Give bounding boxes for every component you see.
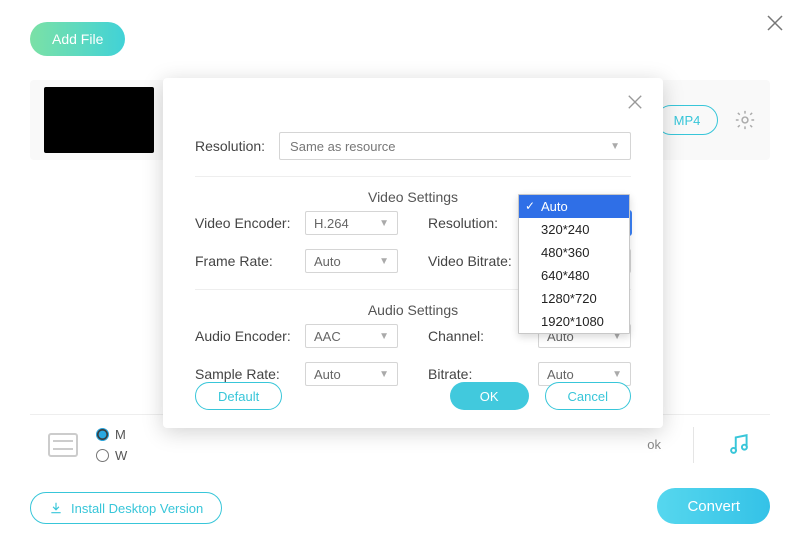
convert-button[interactable]: Convert xyxy=(657,488,770,524)
sample-rate-label: Sample Rate: xyxy=(195,366,295,382)
video-format-icon[interactable] xyxy=(48,433,78,457)
video-thumbnail[interactable] xyxy=(44,87,154,153)
add-file-button[interactable]: Add File xyxy=(30,22,125,56)
resolution-dropdown[interactable]: Auto320*240480*360640*4801280*7201920*10… xyxy=(518,194,630,334)
format-radio-1[interactable]: M xyxy=(96,427,127,442)
video-bitrate-label: Video Bitrate: xyxy=(428,253,528,269)
topbar: Add File xyxy=(30,22,770,56)
top-resolution-value: Same as resource xyxy=(290,139,396,154)
resolution-option[interactable]: 480*360 xyxy=(519,241,629,264)
format-radio-2[interactable]: W xyxy=(96,448,127,463)
default-button[interactable]: Default xyxy=(195,382,282,410)
install-label: Install Desktop Version xyxy=(71,501,203,516)
audio-encoder-label: Audio Encoder: xyxy=(195,328,295,344)
resolution-option[interactable]: 1280*720 xyxy=(519,287,629,310)
resolution-option[interactable]: 1920*1080 xyxy=(519,310,629,333)
audio-encoder-select[interactable]: AAC▼ xyxy=(305,324,398,348)
cancel-button[interactable]: Cancel xyxy=(545,382,631,410)
resolution-option[interactable]: 320*240 xyxy=(519,218,629,241)
chevron-down-icon: ▼ xyxy=(610,141,620,152)
ok-button[interactable]: OK xyxy=(450,382,529,410)
top-resolution-select[interactable]: Same as resource ▼ xyxy=(279,132,631,160)
gear-icon[interactable] xyxy=(734,109,756,131)
frame-rate-select[interactable]: Auto▼ xyxy=(305,249,398,273)
top-resolution-label: Resolution: xyxy=(195,138,265,154)
format-right-text: ok xyxy=(647,437,661,452)
install-desktop-button[interactable]: Install Desktop Version xyxy=(30,492,222,524)
bitrate-label: Bitrate: xyxy=(428,366,528,382)
resolution-option[interactable]: 640*480 xyxy=(519,264,629,287)
format-badge[interactable]: MP4 xyxy=(656,105,718,135)
video-encoder-label: Video Encoder: xyxy=(195,215,295,231)
video-encoder-select[interactable]: H.264▼ xyxy=(305,211,398,235)
frame-rate-label: Frame Rate: xyxy=(195,253,295,269)
channel-label: Channel: xyxy=(428,328,528,344)
close-icon[interactable] xyxy=(627,94,643,110)
resolution-label: Resolution: xyxy=(428,215,528,231)
download-icon xyxy=(49,501,63,515)
music-icon[interactable] xyxy=(726,432,752,458)
resolution-option[interactable]: Auto xyxy=(519,195,629,218)
